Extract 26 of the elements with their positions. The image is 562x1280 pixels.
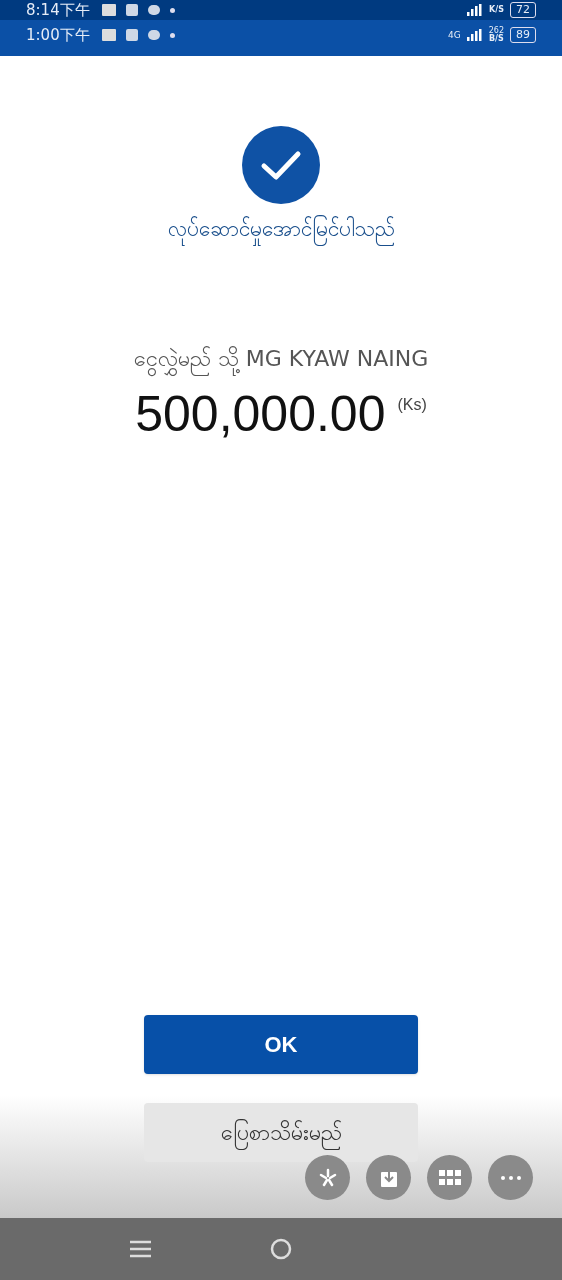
spark-icon (317, 1167, 338, 1188)
network-type: 4G (448, 30, 461, 40)
battery-icon: 72 (510, 2, 536, 18)
notification-icon (125, 29, 138, 41)
save-receipt-button[interactable]: ပြေစာသိမ်းမည် (144, 1103, 418, 1162)
status-time: 1:00下午 (26, 27, 90, 43)
amount-text: 500,000.00 (135, 388, 386, 439)
status-time: 8:14下午 (26, 2, 90, 18)
speed-unit: K/S (489, 6, 504, 14)
signal-icon (466, 29, 483, 41)
more-icon (500, 1175, 521, 1180)
menu-icon[interactable] (130, 1240, 151, 1258)
grid-icon (438, 1170, 461, 1185)
currency-text: (Ks) (397, 394, 427, 415)
ok-button[interactable]: OK (144, 1015, 418, 1074)
notification-icon (101, 4, 116, 16)
home-icon[interactable] (270, 1238, 292, 1260)
battery-icon: 89 (510, 27, 536, 43)
speed-unit: B/S (488, 35, 504, 43)
notification-icon (101, 29, 116, 41)
speed-value: 262 (488, 27, 504, 35)
signal-icon (467, 4, 484, 16)
recipient-text: ငွေလွှဲမည် သို့ MG KYAW NAING (133, 341, 429, 375)
notification-icon (125, 4, 138, 16)
success-message: လုပ်ဆောင်မှုအောင်မြင်ပါသည် (167, 214, 395, 246)
success-check-icon (242, 126, 320, 204)
